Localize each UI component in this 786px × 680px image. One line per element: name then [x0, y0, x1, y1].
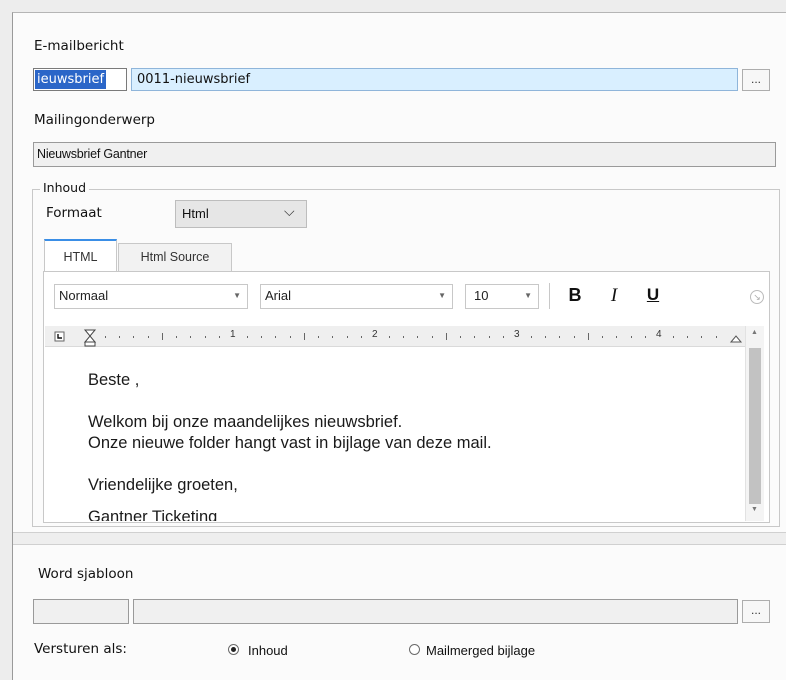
- font-size-select[interactable]: 10 ▼: [465, 284, 539, 309]
- send-as-inhoud-label: Inhoud: [248, 643, 288, 658]
- email-browse-button[interactable]: ...: [742, 69, 770, 91]
- ruler-number: 1: [230, 329, 236, 340]
- section-separator: [13, 532, 786, 545]
- ruler: 1 2 3 4: [45, 326, 745, 347]
- ruler-number: 3: [514, 329, 520, 340]
- paragraph-style-select[interactable]: Normaal ▼: [54, 284, 248, 309]
- subject-field[interactable]: Nieuwsbrief Gantner: [33, 142, 776, 167]
- bold-button[interactable]: B: [566, 285, 584, 307]
- radio-unselected-icon[interactable]: [409, 644, 420, 655]
- word-template-label: Word sjabloon: [38, 566, 134, 582]
- editor-body[interactable]: Beste , Welkom bij onze maandelijkes nie…: [45, 347, 745, 521]
- word-template-name-field[interactable]: [133, 599, 738, 624]
- tab-html-source-label: Html Source: [140, 250, 210, 264]
- send-as-label: Versturen als:: [34, 641, 127, 657]
- word-template-code-field[interactable]: [33, 599, 129, 624]
- scroll-up-icon[interactable]: ▲: [751, 329, 758, 336]
- subject-label: Mailingonderwerp: [34, 112, 156, 128]
- editor-line: Beste ,: [88, 371, 140, 389]
- dropdown-arrow-icon: ▼: [233, 291, 241, 300]
- editor-scrollbar[interactable]: ▲ ▼: [745, 326, 764, 521]
- email-code-field[interactable]: ieuwsbrief: [33, 68, 127, 91]
- italic-button[interactable]: I: [605, 285, 623, 307]
- scrollbar-thumb[interactable]: [749, 348, 761, 504]
- editor-line: Gantner Ticketing: [88, 508, 218, 521]
- underline-button[interactable]: U: [644, 285, 662, 307]
- email-name-field[interactable]: 0011-nieuwsbrief: [131, 68, 738, 91]
- editor-line: Onze nieuwe folder hangt vast in bijlage…: [88, 434, 492, 452]
- font-family-value: Arial: [265, 288, 292, 303]
- tab-html-label: HTML: [63, 250, 98, 264]
- toolbar-divider: [549, 283, 550, 309]
- ruler-number: 4: [656, 329, 662, 340]
- send-as-mailmerged-option[interactable]: Mailmerged bijlage: [409, 643, 579, 661]
- send-as-mailmerged-label: Mailmerged bijlage: [426, 643, 536, 658]
- radio-selected-icon[interactable]: [228, 644, 239, 655]
- format-label: Formaat: [46, 205, 102, 221]
- word-template-browse-button[interactable]: ...: [742, 600, 770, 623]
- editor-line: Welkom bij onze maandelijkes nieuwsbrief…: [88, 413, 403, 431]
- send-as-inhoud-option[interactable]: Inhoud: [228, 643, 328, 661]
- format-select[interactable]: Html ⌵: [175, 200, 307, 228]
- tab-html-source[interactable]: Html Source: [118, 243, 232, 271]
- ruler-ticks: [54, 329, 743, 347]
- ruler-number: 2: [372, 329, 378, 340]
- window-frame-left: [0, 0, 12, 680]
- email-code-selection: ieuwsbrief: [35, 70, 107, 89]
- toolbar-expand-icon[interactable]: ↘: [750, 290, 764, 304]
- chevron-down-icon: ⌵: [284, 203, 295, 219]
- window-frame-top: [0, 0, 786, 12]
- scroll-down-icon[interactable]: ▼: [751, 506, 758, 513]
- format-value: Html: [182, 206, 209, 221]
- paragraph-style-value: Normaal: [59, 288, 109, 303]
- dropdown-arrow-icon: ▼: [524, 291, 532, 300]
- dropdown-arrow-icon: ▼: [438, 291, 446, 300]
- font-size-value: 10: [474, 288, 489, 303]
- email-label: E-mailbericht: [34, 38, 124, 54]
- tab-html[interactable]: HTML: [44, 239, 117, 271]
- font-family-select[interactable]: Arial ▼: [260, 284, 453, 309]
- content-legend: Inhoud: [40, 180, 90, 195]
- editor-line: Vriendelijke groeten,: [88, 476, 238, 494]
